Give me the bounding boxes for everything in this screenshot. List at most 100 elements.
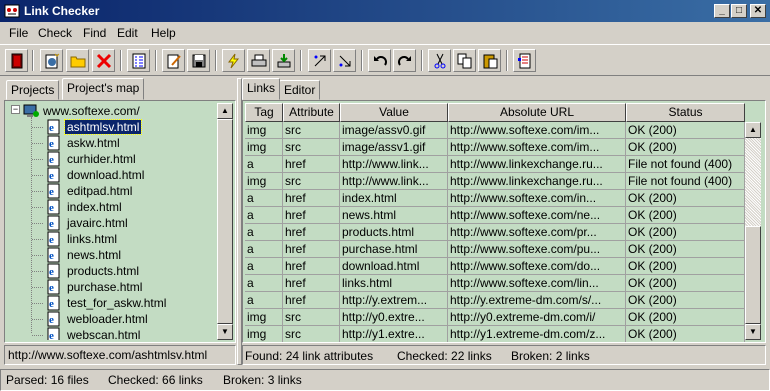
move-down-icon (339, 55, 351, 67)
table-row[interactable]: a href products.html http://www.softexe.com… (245, 224, 745, 241)
app-icon (4, 4, 20, 18)
cell-attribute: src (283, 173, 340, 190)
table-row[interactable]: img src image/assv1.gif http://www.softexe.… (245, 139, 745, 156)
column-header-absolute-url[interactable]: Absolute URL (448, 103, 626, 122)
cell-value: news.html (340, 207, 448, 224)
tree-item-label: webloader.html (67, 312, 148, 326)
toolbar (0, 44, 770, 76)
table-row[interactable]: a href news.html http://www.softexe.com/ne.… (245, 207, 745, 224)
maximize-button[interactable]: □ (731, 4, 747, 18)
grid-scroll-thumb[interactable] (745, 226, 761, 324)
cell-absolute-url: http://www.softexe.com/ne... (448, 207, 626, 224)
print-button[interactable] (247, 49, 270, 72)
edit-icon (167, 54, 181, 69)
copy-icon (457, 53, 472, 69)
tab-links[interactable]: Links (242, 78, 281, 100)
new-project-button[interactable] (40, 49, 63, 72)
report-button[interactable] (513, 49, 536, 72)
cell-attribute: src (283, 139, 340, 156)
tab-projects[interactable]: Projects (6, 80, 60, 100)
svg-text:e: e (49, 154, 54, 166)
check-links-icon (228, 53, 240, 69)
menu-find[interactable]: Find (83, 26, 106, 40)
check-links-button[interactable] (222, 49, 245, 72)
menu-edit[interactable]: Edit (117, 26, 138, 40)
tree-item-label: ashtmlsv.html (63, 119, 143, 135)
tree-scrollbar[interactable]: ▲ ▼ (217, 103, 233, 340)
grid-scrollbar[interactable]: ▲ ▼ (745, 122, 761, 340)
table-row[interactable]: img src http://y0.extre... http://y0.extrem… (245, 309, 745, 326)
table-row[interactable]: img src http://y1.extre... http://y1.extrem… (245, 326, 745, 342)
cell-attribute: src (283, 309, 340, 326)
cell-value: http://www.link... (340, 173, 448, 190)
cut-button[interactable] (428, 49, 451, 72)
cut-icon (434, 53, 446, 69)
column-header-attribute[interactable]: Attribute (283, 103, 340, 122)
move-up-button[interactable] (308, 49, 331, 72)
svg-text:e: e (49, 170, 54, 182)
tree-item-label: test_for_askw.html (67, 296, 167, 310)
menu-check[interactable]: Check (38, 26, 72, 40)
paste-button[interactable] (478, 49, 501, 72)
grid-scroll-up-button[interactable]: ▲ (745, 122, 761, 138)
minimize-button[interactable]: _ (714, 4, 730, 18)
scroll-down-button[interactable]: ▼ (217, 324, 233, 340)
table-row[interactable]: img src image/assv0.gif http://www.softexe.… (245, 122, 745, 139)
tree-item-label: purchase.html (67, 280, 143, 294)
svg-text:e: e (49, 282, 54, 294)
grid-scroll-down-button[interactable]: ▼ (745, 324, 761, 340)
open-folder-button[interactable] (66, 49, 89, 72)
table-row[interactable]: a href index.html http://www.softexe.com/in… (245, 190, 745, 207)
cell-tag: a (245, 190, 283, 207)
cell-tag: img (245, 173, 283, 190)
cell-tag: a (245, 224, 283, 241)
table-row[interactable]: img src http://www.link... http://www.linke… (245, 173, 745, 190)
undo-button[interactable] (368, 49, 391, 72)
close-button[interactable]: ✕ (750, 4, 766, 18)
cell-value: http://www.link... (340, 156, 448, 173)
collapse-toggle-icon[interactable]: − (11, 105, 20, 114)
column-header-value[interactable]: Value (340, 103, 448, 122)
copy-button[interactable] (453, 49, 476, 72)
cell-absolute-url: http://y.extreme-dm.com/s/... (448, 292, 626, 309)
tree-item-label: index.html (67, 200, 122, 214)
svg-text:e: e (49, 186, 54, 198)
delete-button[interactable] (92, 49, 115, 72)
column-header-status[interactable]: Status (626, 103, 745, 122)
cell-attribute: href (283, 275, 340, 292)
move-down-button[interactable] (333, 49, 356, 72)
edit-button[interactable] (162, 49, 185, 72)
html-page-icon: e (47, 151, 60, 167)
cell-absolute-url: http://y1.extreme-dm.com/z... (448, 326, 626, 342)
table-row[interactable]: a href purchase.html http://www.softexe.com… (245, 241, 745, 258)
redo-button[interactable] (393, 49, 416, 72)
table-row[interactable]: a href download.html http://www.softexe.com… (245, 258, 745, 275)
tree-root-label: www.softexe.com/ (43, 104, 140, 118)
exit-button[interactable] (5, 49, 28, 72)
cell-value: download.html (340, 258, 448, 275)
cell-status: OK (200) (626, 207, 745, 224)
tab-projects-map[interactable]: Project's map (62, 78, 145, 100)
cell-status: OK (200) (626, 275, 745, 292)
parsed-status: Parsed: 16 files (6, 373, 89, 387)
cell-absolute-url: http://www.softexe.com/pr... (448, 224, 626, 241)
properties-list-icon (132, 53, 146, 69)
menu-file[interactable]: File (9, 26, 28, 40)
table-row[interactable]: a href http://y.extrem... http://y.extreme-… (245, 292, 745, 309)
export-button[interactable] (272, 49, 295, 72)
tree-item-label: links.html (67, 232, 118, 246)
print-icon (251, 54, 267, 67)
save-button[interactable] (187, 49, 210, 72)
scroll-thumb[interactable] (217, 119, 233, 324)
html-page-icon: e (47, 119, 60, 135)
properties-button[interactable] (127, 49, 150, 72)
menu-help[interactable]: Help (151, 26, 176, 40)
tree-item-label: download.html (67, 168, 145, 182)
column-header-tag[interactable]: Tag (245, 103, 283, 122)
table-row[interactable]: a href http://www.link... http://www.linkex… (245, 156, 745, 173)
scroll-up-button[interactable]: ▲ (217, 103, 233, 119)
cell-status: File not found (400) (626, 156, 745, 173)
tab-editor[interactable]: Editor (279, 80, 321, 100)
cell-tag: img (245, 309, 283, 326)
table-row[interactable]: a href links.html http://www.softexe.com/li… (245, 275, 745, 292)
